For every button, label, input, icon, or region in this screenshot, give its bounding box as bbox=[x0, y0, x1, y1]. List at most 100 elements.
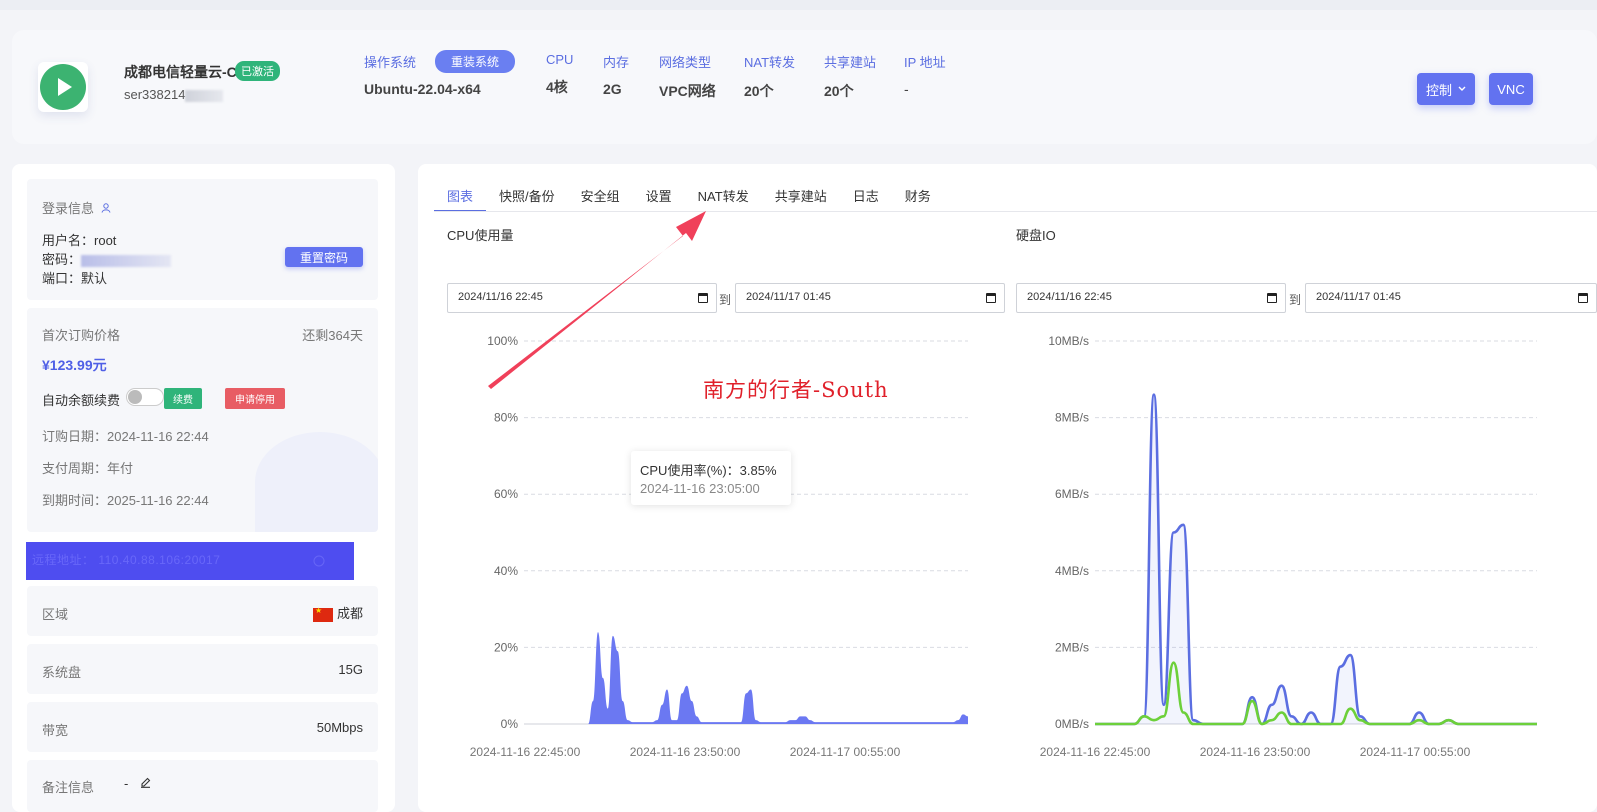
remark-value[interactable]: - bbox=[124, 776, 151, 791]
info-row-disk: 系统盘 15G bbox=[27, 644, 378, 694]
meta-share-site: 共享建站 20个 bbox=[824, 55, 877, 99]
control-dropdown-button[interactable]: 控制 bbox=[1417, 73, 1475, 105]
y-tick-label: 6MB/s bbox=[1055, 487, 1089, 501]
calendar-icon[interactable] bbox=[1578, 293, 1588, 303]
cpu-from-date-input[interactable]: 2024/11/16 22:45 bbox=[447, 283, 717, 313]
y-tick-label: 80% bbox=[494, 411, 518, 425]
tab-charts[interactable]: 图表 bbox=[434, 184, 487, 212]
tab-security-group[interactable]: 安全组 bbox=[568, 184, 633, 212]
password-value bbox=[81, 254, 172, 267]
y-tick-label: 4MB/s bbox=[1055, 564, 1089, 578]
remaining-days: 还剩364天 bbox=[302, 328, 363, 343]
cpu-to-date-input[interactable]: 2024/11/17 01:45 bbox=[735, 283, 1005, 313]
y-tick-label: 10MB/s bbox=[1048, 334, 1089, 348]
remark-label: 备注信息 bbox=[42, 780, 95, 795]
copy-icon[interactable] bbox=[312, 554, 326, 568]
port-row: 端口：默认 bbox=[42, 271, 108, 286]
disk-to-label: 到 bbox=[1289, 293, 1302, 307]
tab-nat[interactable]: NAT转发 bbox=[685, 184, 762, 212]
suspend-button[interactable]: 申请停用 bbox=[225, 388, 285, 409]
auto-renew-toggle[interactable] bbox=[126, 388, 164, 406]
server-name: 成都电信轻量云-C bbox=[124, 64, 237, 80]
user-icon bbox=[101, 203, 111, 213]
top-strip bbox=[0, 0, 1597, 10]
disk-chart-title: 硬盘IO bbox=[1016, 228, 1056, 243]
username-row: 用户名：root bbox=[42, 233, 117, 248]
disk-from-date-input[interactable]: 2024/11/16 22:45 bbox=[1016, 283, 1286, 313]
series-line bbox=[1095, 393, 1537, 726]
tab-share-site[interactable]: 共享建站 bbox=[762, 184, 840, 212]
login-title: 登录信息 bbox=[42, 198, 111, 217]
money-bag-watermark-icon bbox=[255, 432, 378, 532]
x-tick-label: 2024-11-16 23:50:00 bbox=[1200, 745, 1311, 759]
meta-memory: 内存 2G bbox=[603, 55, 630, 97]
remark-row: 备注信息 - bbox=[27, 760, 378, 812]
meta-cpu: CPU 4核 bbox=[546, 52, 574, 95]
y-tick-label: 0MB/s bbox=[1055, 717, 1089, 731]
y-tick-label: 8MB/s bbox=[1055, 411, 1089, 425]
series-area bbox=[524, 632, 968, 724]
cpu-tooltip: CPU使用率(%)：3.85% 2024-11-16 23:05:00 bbox=[631, 451, 791, 505]
china-flag-icon bbox=[312, 606, 333, 622]
bandwidth-label: 带宽 bbox=[42, 723, 69, 738]
cpu-chart-title: CPU使用量 bbox=[447, 228, 514, 243]
x-tick-label: 2024-11-16 22:45:00 bbox=[1040, 745, 1151, 759]
auto-renew-label: 自动余额续费 bbox=[42, 393, 121, 408]
billing-card: 首次订购价格 还剩364天 ¥123.99元 自动余额续费 续费 申请停用 订购… bbox=[27, 308, 378, 532]
reset-password-button[interactable]: 重置密码 bbox=[285, 247, 363, 267]
meta-nat: NAT转发 20个 bbox=[744, 55, 796, 99]
renew-button[interactable]: 续费 bbox=[164, 388, 202, 409]
x-tick-label: 2024-11-17 00:55:00 bbox=[790, 745, 901, 759]
cpu-to-label: 到 bbox=[719, 293, 732, 307]
price-value: ¥123.99元 bbox=[42, 357, 107, 373]
server-header: 成都电信轻量云-C 已激活 ser338214 操作系统 Ubuntu-22.0… bbox=[12, 30, 1597, 144]
calendar-icon[interactable] bbox=[986, 293, 996, 303]
y-tick-label: 0% bbox=[501, 717, 519, 731]
vnc-button[interactable]: VNC bbox=[1489, 73, 1533, 105]
tab-finance[interactable]: 财务 bbox=[892, 184, 944, 212]
x-tick-label: 2024-11-17 00:55:00 bbox=[1360, 745, 1471, 759]
expire-date: 到期时间：2025-11-16 22:44 bbox=[42, 493, 209, 508]
pay-cycle: 支付周期：年付 bbox=[42, 461, 134, 476]
y-tick-label: 60% bbox=[494, 487, 518, 501]
meta-ip: IP 地址 - bbox=[904, 55, 946, 97]
edit-icon[interactable] bbox=[140, 777, 151, 788]
watermark-text: 南方的行者-South bbox=[703, 378, 889, 402]
server-status-box[interactable] bbox=[38, 62, 88, 112]
y-tick-label: 2MB/s bbox=[1055, 640, 1089, 654]
tab-logs[interactable]: 日志 bbox=[840, 184, 892, 212]
play-icon[interactable] bbox=[40, 64, 86, 110]
info-panel: 登录信息 用户名：root 密码： 端口：默认 重置密码 首次订购价格 还剩36… bbox=[12, 164, 395, 812]
disk-label: 系统盘 bbox=[42, 665, 82, 680]
bandwidth-value: 50Mbps bbox=[316, 720, 363, 735]
y-tick-label: 40% bbox=[494, 564, 518, 578]
status-badge: 已激活 bbox=[235, 61, 280, 81]
reinstall-button[interactable]: 重装系统 bbox=[435, 50, 516, 73]
meta-network: 网络类型 VPC网络 bbox=[659, 55, 716, 99]
tab-snapshot[interactable]: 快照/备份 bbox=[486, 184, 568, 212]
order-date: 订购日期：2024-11-16 22:44 bbox=[42, 429, 209, 444]
x-tick-label: 2024-11-16 22:45:00 bbox=[470, 745, 581, 759]
server-id: ser338214 bbox=[124, 87, 224, 102]
calendar-icon[interactable] bbox=[1267, 293, 1277, 303]
tooltip-value: CPU使用率(%)：3.85% bbox=[640, 463, 777, 478]
info-row-bandwidth: 带宽 50Mbps bbox=[27, 702, 378, 752]
tab-settings[interactable]: 设置 bbox=[633, 184, 685, 212]
disk-io-chart[interactable]: 0MB/s 2MB/s 4MB/s 6MB/s 8MB/s 10MB/s 2024-11-1… bbox=[1007, 324, 1597, 774]
region-value: 成都 bbox=[312, 603, 363, 622]
tooltip-time: 2024-11-16 23:05:00 bbox=[640, 481, 760, 496]
calendar-icon[interactable] bbox=[698, 293, 708, 303]
password-row: 密码： bbox=[42, 249, 172, 268]
chevron-down-icon bbox=[1458, 86, 1466, 91]
region-label: 区域 bbox=[42, 607, 69, 622]
y-tick-label: 100% bbox=[487, 334, 518, 348]
tab-divider bbox=[434, 211, 1597, 212]
first-price-label: 首次订购价格 bbox=[42, 328, 121, 343]
y-tick-label: 20% bbox=[494, 640, 518, 654]
login-card: 登录信息 用户名：root 密码： 端口：默认 重置密码 bbox=[27, 179, 378, 300]
remote-address-bar[interactable]: 远程地址： 110.40.88.106:20017 bbox=[26, 542, 354, 580]
x-tick-label: 2024-11-16 23:50:00 bbox=[630, 745, 741, 759]
disk-to-date-input[interactable]: 2024/11/17 01:45 bbox=[1305, 283, 1597, 313]
chart-panel: 图表 快照/备份 安全组 设置 NAT转发 共享建站 日志 财务 CPU使用量 … bbox=[418, 164, 1597, 812]
disk-value: 15G bbox=[338, 662, 363, 677]
